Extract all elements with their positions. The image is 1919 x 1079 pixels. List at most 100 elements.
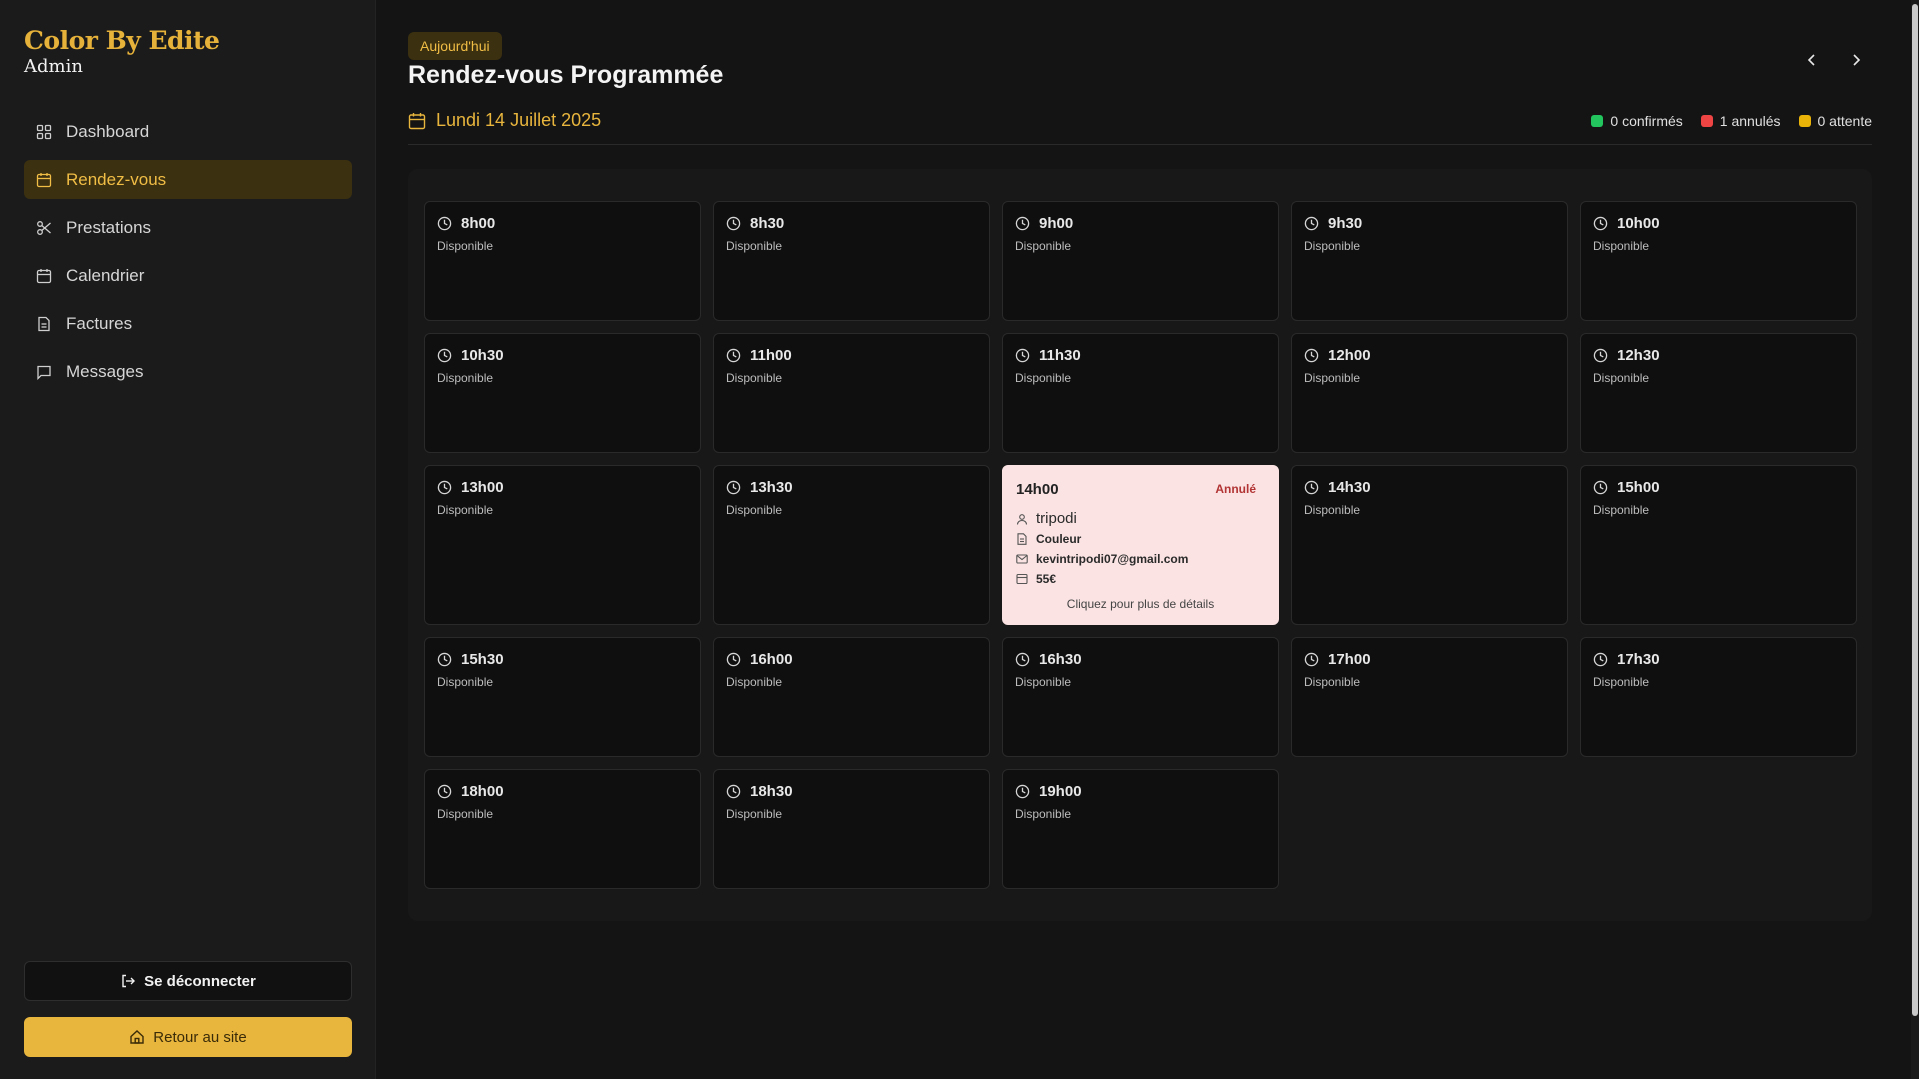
slot-time: 11h30 — [1039, 347, 1081, 364]
sidebar-item-messages[interactable]: Messages — [24, 352, 352, 391]
time-slot[interactable]: 16h00 Disponible — [713, 637, 990, 757]
slot-status: Disponible — [437, 807, 494, 821]
slot-time: 17h00 — [1328, 651, 1371, 668]
client-email: kevintripodi07@gmail.com — [1036, 552, 1189, 566]
clock-icon — [726, 216, 741, 231]
sidebar-item-calendrier[interactable]: Calendrier — [24, 256, 352, 295]
sidebar-item-factures[interactable]: Factures — [24, 304, 352, 343]
slot-status: Disponible — [726, 239, 783, 253]
current-date: Lundi 14 Juillet 2025 — [408, 110, 601, 131]
slot-status: Disponible — [1015, 675, 1072, 689]
slot-time: 18h30 — [750, 783, 793, 800]
clock-icon — [1593, 348, 1608, 363]
mail-icon — [1016, 553, 1028, 565]
sidebar-item-prestations[interactable]: Prestations — [24, 208, 352, 247]
slot-status: Disponible — [1304, 675, 1361, 689]
slot-time: 13h30 — [750, 479, 793, 496]
slot-time: 9h00 — [1039, 215, 1074, 232]
clock-icon — [437, 480, 452, 495]
service-name: Couleur — [1036, 532, 1082, 546]
time-slot[interactable]: 18h00 Disponible — [424, 769, 701, 889]
slot-time: 15h30 — [461, 651, 504, 668]
slot-status: Disponible — [1593, 239, 1650, 253]
clock-icon — [726, 348, 741, 363]
time-slot[interactable]: 15h30 Disponible — [424, 637, 701, 757]
slot-time: 11h00 — [750, 347, 792, 364]
logout-button[interactable]: Se déconnecter — [24, 961, 352, 1001]
email-row: kevintripodi07@gmail.com — [1016, 552, 1188, 566]
page-scrollbar[interactable] — [1911, 0, 1919, 1079]
status-legend: 0 confirmés 1 annulés 0 attente — [1591, 113, 1872, 129]
back-to-site-label: Retour au site — [153, 1028, 247, 1046]
clock-icon — [1015, 348, 1030, 363]
header-divider — [408, 144, 1872, 145]
slot-status: Disponible — [1593, 503, 1650, 517]
home-icon — [129, 1029, 145, 1045]
sidebar-nav: Dashboard Rendez-vous Prestations Calend… — [24, 112, 352, 400]
legend-confirmed-label: 0 confirmés — [1610, 113, 1683, 129]
time-slot[interactable]: 8h30 Disponible — [713, 201, 990, 321]
clock-icon — [1015, 652, 1030, 667]
time-slot[interactable]: 12h30 Disponible — [1580, 333, 1857, 453]
clock-icon — [437, 784, 452, 799]
time-slot[interactable]: 13h00 Disponible — [424, 465, 701, 625]
clock-icon — [1015, 216, 1030, 231]
next-day-button[interactable] — [1844, 48, 1868, 72]
slot-status: Disponible — [1015, 239, 1072, 253]
slot-status: Disponible — [1593, 675, 1650, 689]
slot-time: 13h00 — [461, 479, 504, 496]
time-slot[interactable]: 19h00 Disponible — [1002, 769, 1279, 889]
brand-subtitle: Admin — [24, 56, 83, 77]
slot-status: Disponible — [726, 675, 783, 689]
details-hint: Cliquez pour plus de détails — [1066, 597, 1215, 611]
time-slot[interactable]: 17h30 Disponible — [1580, 637, 1857, 757]
back-to-site-button[interactable]: Retour au site — [24, 1017, 352, 1057]
time-slot[interactable]: 11h00 Disponible — [713, 333, 990, 453]
time-slot[interactable]: 9h30 Disponible — [1291, 201, 1568, 321]
slot-time: 17h30 — [1617, 651, 1660, 668]
time-slot[interactable]: 12h00 Disponible — [1291, 333, 1568, 453]
slot-time: 15h00 — [1617, 479, 1660, 496]
file-icon — [1016, 533, 1028, 545]
chevron-right-icon — [1853, 54, 1861, 66]
time-slot[interactable]: 11h30 Disponible — [1002, 333, 1279, 453]
time-slot[interactable]: 10h30 Disponible — [424, 333, 701, 453]
clock-icon — [1593, 480, 1608, 495]
clock-icon — [1593, 652, 1608, 667]
clock-icon — [437, 216, 452, 231]
time-slot[interactable]: 15h00 Disponible — [1580, 465, 1857, 625]
time-slot[interactable]: 10h00 Disponible — [1580, 201, 1857, 321]
slot-status: Disponible — [437, 675, 494, 689]
today-badge[interactable]: Aujourd'hui — [408, 32, 502, 60]
clock-icon — [1304, 480, 1319, 495]
status-badge: Annulé — [1215, 482, 1256, 496]
legend-confirmed: 0 confirmés — [1591, 113, 1683, 129]
sidebar-item-rendez-vous[interactable]: Rendez-vous — [24, 160, 352, 199]
time-slot[interactable]: 18h30 Disponible — [713, 769, 990, 889]
time-slot[interactable]: 8h00 Disponible — [424, 201, 701, 321]
file-icon — [36, 316, 52, 332]
slot-time: 14h30 — [1328, 479, 1371, 496]
slot-status: Disponible — [1593, 371, 1650, 385]
cancelled-dot — [1700, 115, 1713, 127]
time-slot[interactable]: 17h00 Disponible — [1291, 637, 1568, 757]
dashboard-icon — [36, 124, 52, 140]
time-slot[interactable]: 14h30 Disponible — [1291, 465, 1568, 625]
sidebar-item-label: Factures — [66, 313, 133, 333]
client-name: tripodi — [1036, 510, 1077, 527]
confirmed-dot — [1591, 115, 1604, 127]
time-slot[interactable]: 13h30 Disponible — [713, 465, 990, 625]
previous-day-button[interactable] — [1800, 48, 1824, 72]
sidebar-item-dashboard[interactable]: Dashboard — [24, 112, 352, 151]
slot-time: 18h00 — [461, 783, 504, 800]
message-icon — [36, 364, 52, 380]
price-row: 55€ — [1016, 572, 1056, 586]
slot-time: 8h30 — [750, 215, 785, 232]
schedule-panel: 8h00 Disponible 8h30 Disponible 9h00 Dis… — [408, 169, 1872, 921]
slot-status: Disponible — [437, 371, 494, 385]
time-slot[interactable]: 9h00 Disponible — [1002, 201, 1279, 321]
appointment-card[interactable]: 14h00 Annulé tripodi Couleur kevintripod… — [1002, 465, 1279, 625]
time-slot[interactable]: 16h30 Disponible — [1002, 637, 1279, 757]
scrollbar-thumb[interactable] — [1912, 4, 1918, 1016]
chevron-left-icon — [1807, 54, 1815, 66]
